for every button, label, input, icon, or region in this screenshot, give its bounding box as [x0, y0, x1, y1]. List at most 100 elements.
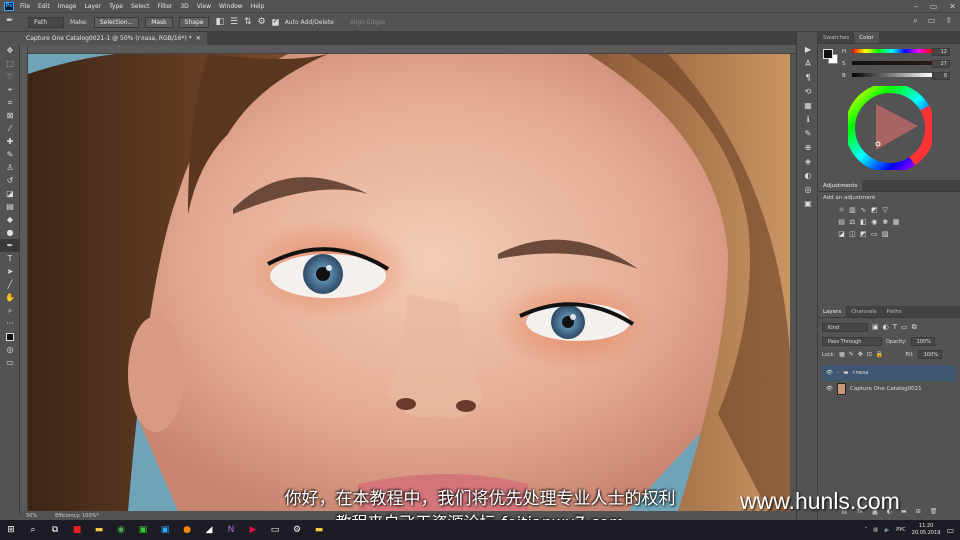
posterize-icon[interactable]: ◫	[848, 230, 857, 238]
hue-slider[interactable]: H 12	[818, 46, 960, 58]
paragraph-panel-icon[interactable]: ¶	[797, 70, 819, 84]
shape-button[interactable]: Shape	[178, 16, 210, 28]
zoom-tool-icon[interactable]: ⌕	[0, 304, 20, 317]
tab-layers[interactable]: Layers	[818, 306, 847, 317]
path-alignment-icon[interactable]: ☰	[230, 17, 238, 27]
menu-file[interactable]: File	[20, 3, 30, 10]
media-icon[interactable]: ▶	[243, 522, 263, 538]
lock-artboard-icon[interactable]: ⊡	[867, 351, 872, 358]
pen-tool-icon[interactable]: ✒	[0, 239, 20, 252]
vibrance-icon[interactable]: ▽	[881, 206, 890, 214]
curves-icon[interactable]: ∿	[859, 206, 868, 214]
hue-saturation-icon[interactable]: ▤	[837, 218, 846, 226]
chrome-icon[interactable]: ◉	[111, 522, 131, 538]
mode-select[interactable]: Path	[28, 16, 64, 28]
visibility-eye-icon[interactable]: 👁	[826, 370, 833, 376]
gradient-map-icon[interactable]: ▭	[870, 230, 879, 238]
photo-filter-icon[interactable]: ◉	[870, 218, 879, 226]
firefox-icon[interactable]: ●	[177, 522, 197, 538]
adobe-icon[interactable]: ■	[67, 522, 87, 538]
clone-source-icon[interactable]: ⊕	[797, 140, 819, 154]
black-white-icon[interactable]: ◧	[859, 218, 868, 226]
properties-icon[interactable]: ▦	[797, 98, 819, 112]
channel-mixer-icon[interactable]: ❀	[881, 218, 890, 226]
path-arrangement-icon[interactable]: ⇅	[244, 17, 252, 27]
lock-pixels-icon[interactable]: ▦	[839, 351, 845, 358]
navigator-icon[interactable]: ▣	[797, 196, 819, 210]
volume-icon[interactable]: 🔈	[884, 527, 890, 533]
start-icon[interactable]: ⊞	[1, 522, 21, 538]
tab-swatches[interactable]: Swatches	[818, 32, 854, 43]
lasso-tool-icon[interactable]: ➰	[0, 70, 20, 83]
screen-mode-icon[interactable]: ▭	[0, 356, 20, 369]
saturation-value[interactable]: 27	[932, 60, 950, 68]
path-operations-icon[interactable]: ◧	[215, 17, 224, 27]
brightness-value[interactable]: 8	[932, 72, 950, 80]
lock-all-icon[interactable]: 🔒	[876, 351, 883, 358]
document-tab[interactable]: Capture One Catalog0021-1 @ 50% (глаза, …	[20, 32, 207, 45]
info-icon[interactable]: ℹ	[797, 112, 819, 126]
auto-add-delete-checkbox[interactable]	[271, 17, 279, 26]
mask-button[interactable]: Mask	[145, 16, 173, 28]
libraries-icon[interactable]: ◈	[797, 154, 819, 168]
folder-icon[interactable]: ▬	[309, 522, 329, 538]
menu-view[interactable]: View	[197, 3, 211, 10]
fill-input[interactable]: 100%	[917, 350, 942, 359]
history-brush-tool-icon[interactable]: ↺	[0, 174, 20, 187]
crop-tool-icon[interactable]: ⌗	[0, 96, 20, 109]
workspace-icon[interactable]: ▭	[928, 16, 936, 26]
move-tool-icon[interactable]: ✥	[0, 44, 20, 57]
menu-3d[interactable]: 3D	[180, 3, 188, 10]
terminal-icon[interactable]: ▭	[265, 522, 285, 538]
photoshop-icon[interactable]: ▣	[155, 522, 175, 538]
filter-type-icon[interactable]: T	[893, 323, 897, 331]
gear-icon[interactable]: ⚙	[258, 17, 266, 27]
tab-paths[interactable]: Paths	[882, 306, 907, 317]
settings-icon[interactable]: ⚙	[287, 522, 307, 538]
menu-help[interactable]: Help	[251, 3, 265, 10]
path-selection-tool-icon[interactable]: ➤	[0, 265, 20, 278]
color-swatches-icon[interactable]	[0, 330, 20, 343]
eraser-tool-icon[interactable]: ◪	[0, 187, 20, 200]
tab-color[interactable]: Color	[854, 32, 879, 43]
filter-smart-icon[interactable]: ⧉	[912, 323, 917, 332]
visibility-eye-icon[interactable]: 👁	[826, 386, 833, 392]
exposure-icon[interactable]: ◩	[870, 206, 879, 214]
lock-position-icon[interactable]: ✥	[858, 351, 863, 358]
color-wheel[interactable]	[848, 86, 932, 170]
levels-icon[interactable]: ▥	[848, 206, 857, 214]
file-explorer-icon[interactable]: ▬	[89, 522, 109, 538]
brightness-slider[interactable]: B 8	[818, 70, 960, 82]
close-icon[interactable]: ✕	[949, 2, 956, 11]
camtasia-icon[interactable]: ▣	[133, 522, 153, 538]
pen-tool-preset-icon[interactable]: ✒	[6, 16, 14, 26]
menu-image[interactable]: Image	[58, 3, 77, 10]
menu-type[interactable]: Type	[109, 3, 123, 10]
search-icon[interactable]: ⌕	[23, 522, 43, 538]
hue-value[interactable]: 12	[932, 48, 950, 56]
tab-adjustments[interactable]: Adjustments	[818, 180, 863, 191]
invert-icon[interactable]: ◪	[837, 230, 846, 238]
history-icon[interactable]: ⟲	[797, 84, 819, 98]
layer-row-group[interactable]: 👁 › ▬ глаза	[822, 365, 956, 381]
blend-mode-select[interactable]: Pass Through	[822, 337, 882, 346]
tray-chevron-icon[interactable]: ˄	[865, 527, 868, 533]
search-icon[interactable]: ⌕	[913, 16, 917, 26]
color-lookup-icon[interactable]: ▦	[892, 218, 901, 226]
opacity-input[interactable]: 100%	[910, 337, 935, 346]
notifications-icon[interactable]: ▭	[946, 526, 954, 535]
saturation-slider[interactable]: S 27	[818, 58, 960, 70]
brush-tool-icon[interactable]: ✎	[0, 148, 20, 161]
healing-brush-tool-icon[interactable]: ✚	[0, 135, 20, 148]
document-canvas[interactable]	[28, 54, 790, 511]
input-language[interactable]: РУС	[896, 527, 906, 533]
clone-stamp-tool-icon[interactable]: ♙	[0, 161, 20, 174]
menu-edit[interactable]: Edit	[38, 3, 50, 10]
clock[interactable]: 11:20 20.05.2019	[912, 523, 941, 537]
share-icon[interactable]: ⇪	[945, 16, 952, 26]
play-icon[interactable]: ▶	[797, 42, 819, 56]
blur-tool-icon[interactable]: ◆	[0, 213, 20, 226]
menu-window[interactable]: Window	[219, 3, 243, 10]
minimize-icon[interactable]: –	[914, 2, 918, 11]
glyphs-icon[interactable]: ◎	[797, 182, 819, 196]
